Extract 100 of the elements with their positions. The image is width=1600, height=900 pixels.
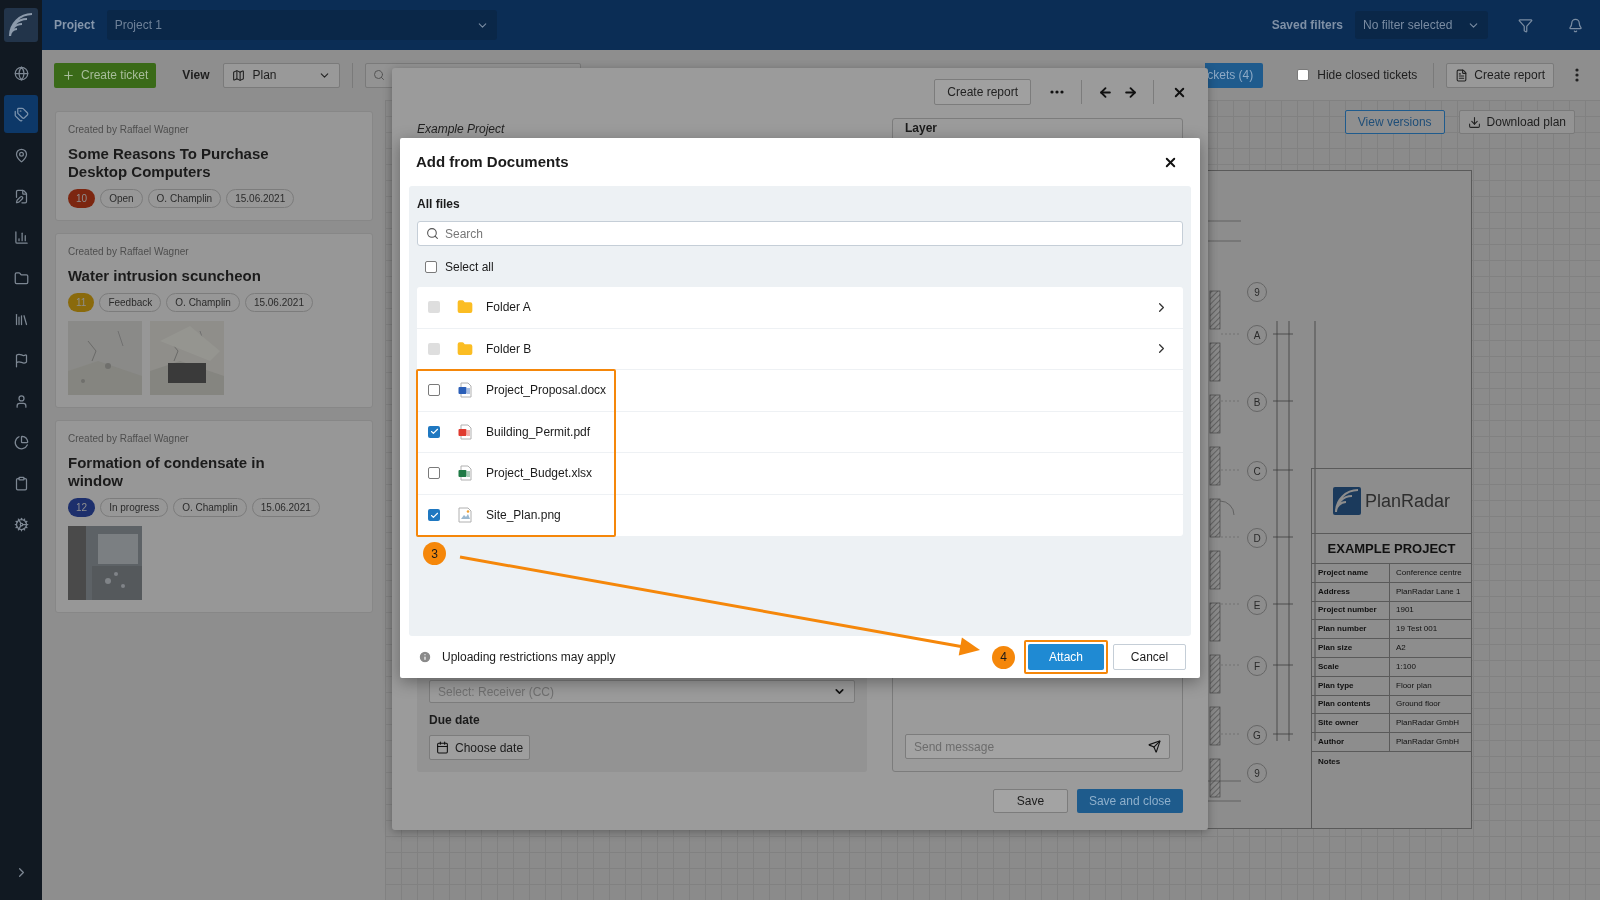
title-block-value: Conference centre <box>1395 566 1462 579</box>
ticket-title: Water intrusion scuncheon <box>68 267 262 285</box>
document-icon <box>458 465 472 482</box>
send-icon <box>1148 740 1161 753</box>
user-icon <box>13 393 29 409</box>
library-icon <box>13 311 29 327</box>
checkbox[interactable] <box>1297 69 1310 81</box>
saved-filters-label: Saved filters <box>1271 17 1343 34</box>
upload-note: Uploading restrictions may apply <box>442 649 616 666</box>
project-select[interactable]: Project 1 <box>106 10 497 40</box>
checkbox[interactable] <box>428 384 440 397</box>
calendar-icon <box>436 741 449 754</box>
file-name: Site_Plan.png <box>486 507 561 525</box>
document-icon <box>458 423 472 440</box>
save-and-close-button[interactable]: Save and close <box>1076 789 1183 813</box>
more-icon <box>1575 68 1579 82</box>
search-icon <box>426 227 439 240</box>
create-report-button[interactable]: Create report <box>934 79 1031 105</box>
step-marker: 4 <box>992 645 1015 669</box>
ticket-number: 11 <box>68 293 95 312</box>
project-name: Example Project <box>417 121 506 138</box>
title-block-label: Plan type <box>1312 676 1390 695</box>
tag-icon <box>13 106 29 122</box>
search-icon <box>372 69 385 81</box>
plus-icon <box>62 68 75 82</box>
title-block-value: PlanRadar GmbH <box>1395 736 1460 749</box>
file-name: Project_Budget.xlsx <box>486 465 593 483</box>
title-block-value: A2 <box>1395 642 1406 655</box>
brand-name: PlanRadar <box>1364 489 1451 513</box>
map-pin-icon <box>13 147 29 163</box>
search-input[interactable]: Search <box>445 224 1174 243</box>
file-name: Folder A <box>486 299 531 317</box>
document-icon <box>458 382 472 399</box>
checkbox[interactable] <box>428 425 440 438</box>
plan-title: EXAMPLE PROJECT <box>1312 534 1471 564</box>
ticket-card[interactable]: Created by Raffael Wagner Water intrusion scuncheon 11 Feedback O. Champlin 15.06.2021 <box>55 233 373 408</box>
hide-closed-label: Hide closed tickets <box>1317 67 1418 84</box>
attach-button[interactable]: Attach <box>1028 644 1104 670</box>
title-block-value: Ground floor <box>1395 698 1441 711</box>
search-field[interactable]: Search <box>417 221 1183 246</box>
tickets-button[interactable]: ckets (4) <box>1205 62 1264 88</box>
ticket-author: Created by Raffael Wagner <box>68 123 190 137</box>
file-pen-icon <box>13 188 29 204</box>
ticket-number: 12 <box>68 498 96 517</box>
pie-chart-icon <box>13 434 29 450</box>
title-block-label: Scale <box>1312 658 1390 676</box>
chart-icon <box>13 229 29 245</box>
checkbox[interactable] <box>428 467 440 480</box>
step-marker: 3 <box>423 542 446 565</box>
create-ticket-button[interactable]: Create ticket <box>54 62 157 88</box>
filter-icon <box>1517 17 1533 33</box>
flag-icon <box>13 352 29 368</box>
title-block-value: 1901 <box>1395 604 1414 617</box>
ticket-number: 10 <box>68 189 96 208</box>
title-block-value: Floor plan <box>1395 679 1432 692</box>
title-block-label: Author <box>1312 733 1390 751</box>
ticket-author: Created by Raffael Wagner <box>68 245 190 259</box>
more-icon <box>1050 90 1064 94</box>
ticket-card[interactable]: Created by Raffael Wagner Formation of condensate in window 12 In progress O. Champlin 15.06.2021 <box>55 420 373 613</box>
bell-icon <box>1567 17 1583 33</box>
download-icon <box>1467 115 1481 129</box>
title-block-label: Site owner <box>1312 714 1390 733</box>
title-block-label: Plan size <box>1312 639 1390 657</box>
choose-date-button[interactable]: Choose date <box>429 735 531 760</box>
view-select[interactable]: Plan <box>222 62 340 88</box>
section-title: All files <box>417 196 461 213</box>
layer-label: Layer <box>904 120 939 134</box>
logo-icon <box>4 8 38 42</box>
map-icon <box>231 68 245 82</box>
ticket-card[interactable]: Created by Raffael Wagner Some Reasons To Purchase Desktop Computers 10 Open O. Champlin 15.06.2021 <box>55 111 373 221</box>
save-button[interactable]: Save <box>992 789 1068 813</box>
title-block-value: PlanRadar GmbH <box>1395 717 1460 730</box>
title-block-value: 19 Test 001 <box>1395 623 1438 636</box>
notes-label: Notes <box>1317 755 1342 768</box>
folder-icon <box>457 340 473 357</box>
cancel-button[interactable]: Cancel <box>1113 644 1186 670</box>
title-block-label: Project number <box>1312 601 1390 620</box>
ticket-title: Formation of condensate in window <box>68 454 266 490</box>
checkbox[interactable] <box>428 509 440 522</box>
sidebar-item[interactable] <box>4 95 38 133</box>
image-file-icon <box>458 507 472 524</box>
title-block-label: Address <box>1312 582 1390 601</box>
folder-icon <box>13 270 29 286</box>
view-label: View <box>182 67 210 84</box>
globe-icon <box>13 65 29 81</box>
select-all-label: Select all <box>445 259 494 276</box>
file-name: Building_Permit.pdf <box>486 423 591 441</box>
title-block-value: 1:100 <box>1395 660 1417 673</box>
title-block-label: Plan number <box>1312 620 1390 639</box>
arrow-right-icon <box>1122 84 1138 100</box>
folder-icon <box>457 299 473 316</box>
info-icon <box>418 650 432 664</box>
create-report-button[interactable]: Create report <box>1446 62 1554 88</box>
filter-select[interactable]: No filter selected <box>1355 11 1488 39</box>
title-block-value: PlanRadar Lane 1 <box>1395 585 1461 598</box>
download-plan-button[interactable]: Download plan <box>1458 110 1575 134</box>
document-icon <box>1455 68 1469 82</box>
ticket-author: Created by Raffael Wagner <box>68 432 190 446</box>
checkbox[interactable] <box>425 261 437 273</box>
project-label: Project <box>54 17 95 34</box>
